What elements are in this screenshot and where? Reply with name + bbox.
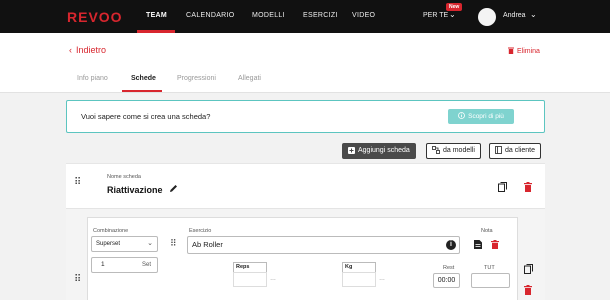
tab-active-indicator	[122, 90, 162, 92]
reps-input[interactable]	[233, 272, 267, 287]
delete-label: Elimina	[517, 48, 540, 55]
sets-input[interactable]: 1 Set	[91, 257, 158, 273]
chevron-down-icon[interactable]: ⌄	[530, 10, 537, 19]
nav-esercizi[interactable]: ESERCIZI	[303, 12, 338, 19]
nav-team[interactable]: TEAM	[146, 12, 167, 19]
back-label: Indietro	[76, 45, 107, 55]
nav-modelli[interactable]: MODELLI	[252, 12, 285, 19]
copy-icon[interactable]	[498, 182, 507, 192]
scheda-name-label: Nome scheda	[107, 174, 141, 180]
avatar[interactable]	[478, 8, 496, 26]
app-logo[interactable]: REVOO	[67, 9, 123, 25]
chevron-left-icon: ‹	[69, 45, 72, 55]
add-scheda-button[interactable]: Aggiungi scheda	[342, 143, 416, 159]
sets-label: Set	[141, 262, 151, 268]
trash-icon[interactable]	[524, 182, 532, 192]
nav-video[interactable]: VIDEO	[352, 12, 375, 19]
exercise-label: Esercizio	[189, 228, 212, 234]
from-models-label: da modelli	[443, 147, 475, 154]
add-icon	[348, 147, 355, 154]
reps-more[interactable]: …	[270, 276, 276, 282]
learn-more-button[interactable]: Scopri di più	[448, 109, 514, 124]
delete-button[interactable]: Elimina	[508, 47, 540, 55]
learn-more-label: Scopri di più	[468, 113, 504, 120]
from-client-button[interactable]: da cliente	[489, 143, 541, 159]
info-icon[interactable]: i	[446, 240, 456, 250]
combination-value: Superset	[96, 241, 121, 247]
combination-label: Combinazione	[93, 228, 129, 234]
page-header: ‹ Indietro Elimina Info piano Schede Prog…	[0, 33, 610, 93]
tut-input[interactable]	[471, 273, 510, 288]
scheda-name[interactable]: Riattivazione	[107, 185, 163, 195]
pencil-icon[interactable]	[169, 184, 178, 193]
tab-allegati[interactable]: Allegati	[238, 75, 261, 82]
user-name[interactable]: Andrea	[503, 12, 526, 19]
trash-icon	[508, 47, 514, 54]
rest-input[interactable]: 00:00	[433, 273, 460, 288]
kg-more[interactable]: …	[379, 276, 385, 282]
chevron-down-icon: ⌄	[147, 240, 153, 247]
per-te-menu[interactable]: PER TE	[423, 12, 448, 19]
sets-value: 1	[101, 261, 105, 268]
add-scheda-label: Aggiungi scheda	[358, 147, 410, 154]
rest-label: Rest	[443, 265, 455, 271]
from-client-label: da cliente	[505, 147, 535, 154]
note-label: Nota	[481, 228, 493, 234]
drag-handle-icon[interactable]: ⠿	[74, 177, 81, 188]
back-link[interactable]: ‹ Indietro	[69, 45, 106, 55]
info-banner: Vuoi sapere come si crea una scheda? Sco…	[66, 100, 545, 133]
top-navbar: REVOO TEAM CALENDARIO MODELLI ESERCIZI V…	[0, 0, 610, 33]
trash-icon[interactable]	[524, 285, 532, 295]
copy-icon	[432, 146, 440, 154]
info-circle-icon	[458, 112, 466, 119]
tab-info-piano[interactable]: Info piano	[77, 75, 108, 82]
kg-input[interactable]	[342, 272, 376, 287]
copy-icon[interactable]	[524, 264, 533, 274]
from-models-button[interactable]: da modelli	[426, 143, 481, 159]
exercise-input[interactable]: Ab Roller	[187, 236, 460, 254]
trash-icon[interactable]	[491, 240, 499, 249]
note-icon[interactable]	[474, 240, 482, 249]
combination-select[interactable]: Superset ⌄	[91, 236, 158, 252]
info-text: Vuoi sapere come si crea una scheda?	[81, 112, 211, 121]
drag-handle-icon[interactable]: ⠿	[74, 274, 81, 285]
chevron-down-icon[interactable]: ⌄	[449, 10, 456, 19]
tut-label: TUT	[484, 265, 495, 271]
tab-schede[interactable]: Schede	[131, 75, 156, 82]
drag-handle-icon[interactable]: ⠿	[170, 238, 177, 249]
nav-calendario[interactable]: CALENDARIO	[186, 12, 235, 19]
tab-progressioni[interactable]: Progressioni	[177, 75, 216, 82]
book-icon	[495, 146, 502, 154]
